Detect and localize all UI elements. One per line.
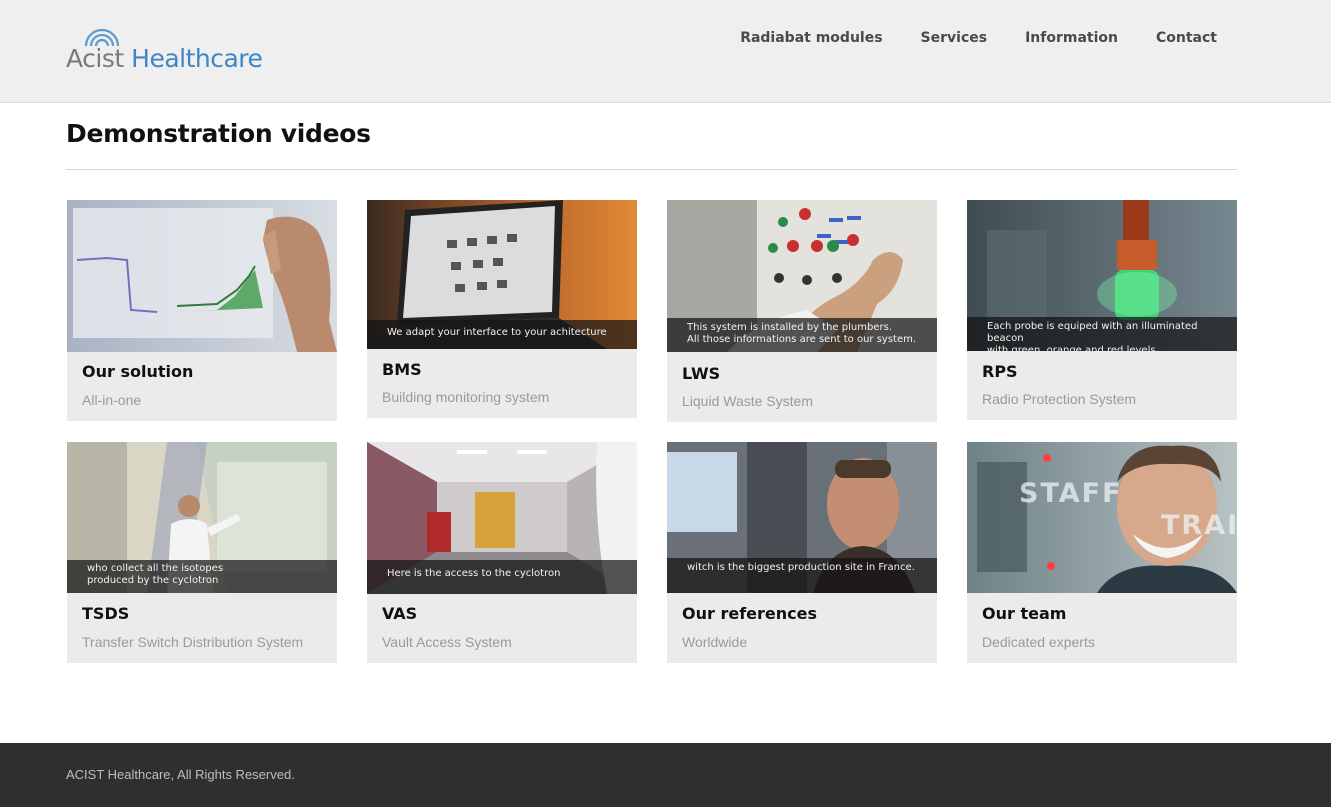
- video-thumbnail: Each probe is equiped with an illuminate…: [967, 200, 1237, 351]
- video-thumbnail: who collect all the isotopes produced by…: [67, 442, 337, 593]
- video-caption: Here is the access to the cyclotron: [367, 560, 637, 594]
- video-subtitle: Building monitoring system: [382, 389, 550, 405]
- video-card-our-references[interactable]: witch is the biggest production site in …: [667, 442, 937, 663]
- video-subtitle: Vault Access System: [382, 634, 512, 650]
- site-header: Acist Healthcare Radiabat modules Servic…: [0, 0, 1331, 103]
- nav-item-contact[interactable]: Contact: [1137, 28, 1217, 48]
- video-subtitle: All-in-one: [82, 392, 142, 408]
- video-card-rps[interactable]: Each probe is equiped with an illuminate…: [967, 200, 1237, 420]
- logo[interactable]: Acist Healthcare: [66, 22, 271, 76]
- video-title: VAS: [382, 604, 418, 623]
- video-subtitle: Liquid Waste System: [682, 393, 813, 409]
- video-caption: We adapt your interface to your achitect…: [367, 320, 637, 349]
- video-title: TSDS: [82, 604, 130, 623]
- video-subtitle: Transfer Switch Distribution System: [82, 634, 304, 650]
- video-thumbnail: Here is the access to the cyclotron: [367, 442, 637, 594]
- video-card-our-team[interactable]: STAFF TRAIN Our team Dedicated experts: [967, 442, 1237, 663]
- video-caption: witch is the biggest production site in …: [667, 558, 937, 593]
- video-subtitle: Worldwide: [682, 634, 748, 650]
- video-title: RPS: [982, 362, 1018, 381]
- video-title: Our solution: [82, 362, 194, 381]
- main-nav: Radiabat modules Services Information Co…: [721, 28, 1217, 48]
- video-card-tsds[interactable]: who collect all the isotopes produced by…: [67, 442, 337, 663]
- video-caption: who collect all the isotopes produced by…: [67, 560, 337, 593]
- logo-wordmark: Acist Healthcare: [66, 44, 263, 73]
- video-subtitle: Dedicated experts: [982, 634, 1095, 650]
- video-thumbnail: This system is installed by the plumbers…: [667, 200, 937, 352]
- logo-word-acist: Acist: [66, 44, 124, 73]
- video-card-vas[interactable]: Here is the access to the cyclotron VAS …: [367, 442, 637, 663]
- overlay-text-staff: STAFF: [1019, 478, 1123, 509]
- page-title: Demonstration videos: [66, 119, 371, 148]
- title-divider: [66, 169, 1237, 170]
- video-card-lws[interactable]: This system is installed by the plumbers…: [667, 200, 937, 422]
- site-footer: ACIST Healthcare, All Rights Reserved.: [0, 743, 1331, 807]
- video-title: Our references: [682, 604, 817, 623]
- video-thumbnail: witch is the biggest production site in …: [667, 442, 937, 593]
- video-title: BMS: [382, 360, 422, 379]
- video-title: LWS: [682, 364, 721, 383]
- video-caption: This system is installed by the plumbers…: [667, 318, 937, 352]
- copyright-text: ACIST Healthcare, All Rights Reserved.: [66, 767, 295, 782]
- video-card-bms[interactable]: We adapt your interface to your achitect…: [367, 200, 637, 418]
- nav-item-information[interactable]: Information: [1006, 28, 1137, 48]
- overlay-text-train: TRAIN: [1161, 510, 1237, 541]
- video-caption: Each probe is equiped with an illuminate…: [967, 317, 1237, 351]
- nav-item-services[interactable]: Services: [902, 28, 1007, 48]
- video-thumbnail: [67, 200, 337, 352]
- video-card-our-solution[interactable]: Our solution All-in-one: [67, 200, 337, 421]
- video-title: Our team: [982, 604, 1067, 623]
- logo-word-healthcare: Healthcare: [131, 44, 263, 73]
- video-thumbnail: We adapt your interface to your achitect…: [367, 200, 637, 349]
- video-thumbnail: STAFF TRAIN: [967, 442, 1237, 593]
- nav-item-radiabat-modules[interactable]: Radiabat modules: [721, 28, 901, 48]
- video-subtitle: Radio Protection System: [982, 391, 1137, 407]
